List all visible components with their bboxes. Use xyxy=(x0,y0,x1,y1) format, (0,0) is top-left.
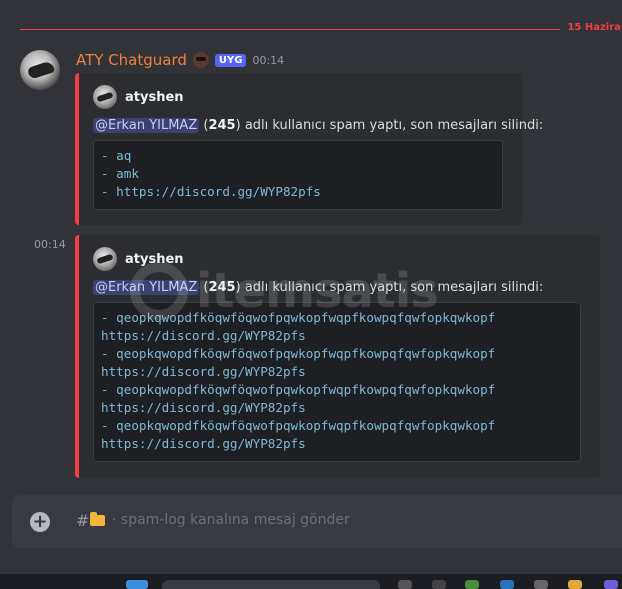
code-line: - qeopkqwopdfköqwföqwofpqwkopfwqpfkowpqf… xyxy=(101,346,496,361)
code-block: - qeopkqwopdfköqwföqwofpqwkopfwqpfkowpqf… xyxy=(93,302,581,462)
embed-2: atyshen @Erkan YILMAZ (245) adlı kullanı… xyxy=(75,235,600,478)
embed-author-avatar xyxy=(93,247,117,271)
taskbar xyxy=(0,574,622,589)
code-line: - https://discord.gg/WYP82pfs xyxy=(101,184,321,199)
code-line: - qeopkqwopdfköqwföqwofpqwkopfwqpfkowpqf… xyxy=(101,418,496,433)
timestamp: 00:14 xyxy=(252,53,285,67)
user-mention[interactable]: @Erkan YILMAZ xyxy=(93,118,200,133)
embed-text: adlı kullanıcı spam yaptı, son mesajları… xyxy=(244,118,544,133)
channel-hash-icon: # xyxy=(76,511,90,530)
embed-text: adlı kullanıcı spam yaptı, son mesajları… xyxy=(244,280,544,295)
code-line: https://discord.gg/WYP82pfs xyxy=(101,436,306,451)
code-line: - amk xyxy=(101,166,139,181)
embed-author-name: atyshen xyxy=(125,89,184,105)
code-line: https://discord.gg/WYP82pfs xyxy=(101,400,306,415)
message-composer[interactable]: + # · spam-log kanalına mesaj gönder xyxy=(12,495,622,548)
message-count: 245 xyxy=(208,118,236,133)
divider-date: 15 Haziran xyxy=(567,22,622,33)
taskbar-app-icon[interactable] xyxy=(432,580,446,589)
embed-author-name: atyshen xyxy=(125,251,184,267)
code-line: - qeopkqwopdfköqwföqwofpqwkopfwqpfkowpqf… xyxy=(101,310,496,325)
message-count: 245 xyxy=(208,280,236,295)
side-timestamp: 00:14 xyxy=(34,238,66,251)
embed-author: atyshen xyxy=(93,247,184,271)
code-line: - aq xyxy=(101,148,132,163)
message-header: ATY Chatguard UYG 00:14 xyxy=(76,50,284,70)
emoji-badge-icon xyxy=(192,52,209,68)
taskbar-app-icon[interactable] xyxy=(604,580,618,589)
server-tag[interactable]: UYG xyxy=(214,53,247,67)
message-input[interactable]: · spam-log kanalına mesaj gönder xyxy=(112,512,350,528)
taskbar-app-icon[interactable] xyxy=(465,580,479,589)
taskbar-search[interactable] xyxy=(162,580,380,589)
taskbar-app-icon[interactable] xyxy=(534,580,548,589)
code-line: https://discord.gg/WYP82pfs xyxy=(101,364,306,379)
date-divider: 15 Haziran xyxy=(20,22,622,38)
taskbar-app-icon[interactable] xyxy=(398,580,412,589)
add-attachment-button[interactable]: + xyxy=(30,512,50,532)
embed-description: @Erkan YILMAZ (245) adlı kullanıcı spam … xyxy=(93,118,544,133)
user-mention[interactable]: @Erkan YILMAZ xyxy=(93,280,200,295)
embed-author: atyshen xyxy=(93,85,184,109)
taskbar-app-icon[interactable] xyxy=(500,580,514,589)
folder-icon xyxy=(90,512,105,526)
embed-1: atyshen @Erkan YILMAZ (245) adlı kullanı… xyxy=(75,73,543,225)
code-line: - qeopkqwopdfköqwföqwofpqwkopfwqpfkowpqf… xyxy=(101,382,496,397)
embed-author-avatar xyxy=(93,85,117,109)
taskbar-app-icon[interactable] xyxy=(568,580,582,589)
code-line: https://discord.gg/WYP82pfs xyxy=(101,328,306,343)
divider-line xyxy=(20,29,560,30)
username[interactable]: ATY Chatguard xyxy=(76,51,187,69)
avatar[interactable] xyxy=(20,50,60,90)
embed-description: @Erkan YILMAZ (245) adlı kullanıcı spam … xyxy=(93,280,544,295)
code-block: - aq - amk - https://discord.gg/WYP82pfs xyxy=(93,140,503,210)
start-icon[interactable] xyxy=(126,580,148,589)
